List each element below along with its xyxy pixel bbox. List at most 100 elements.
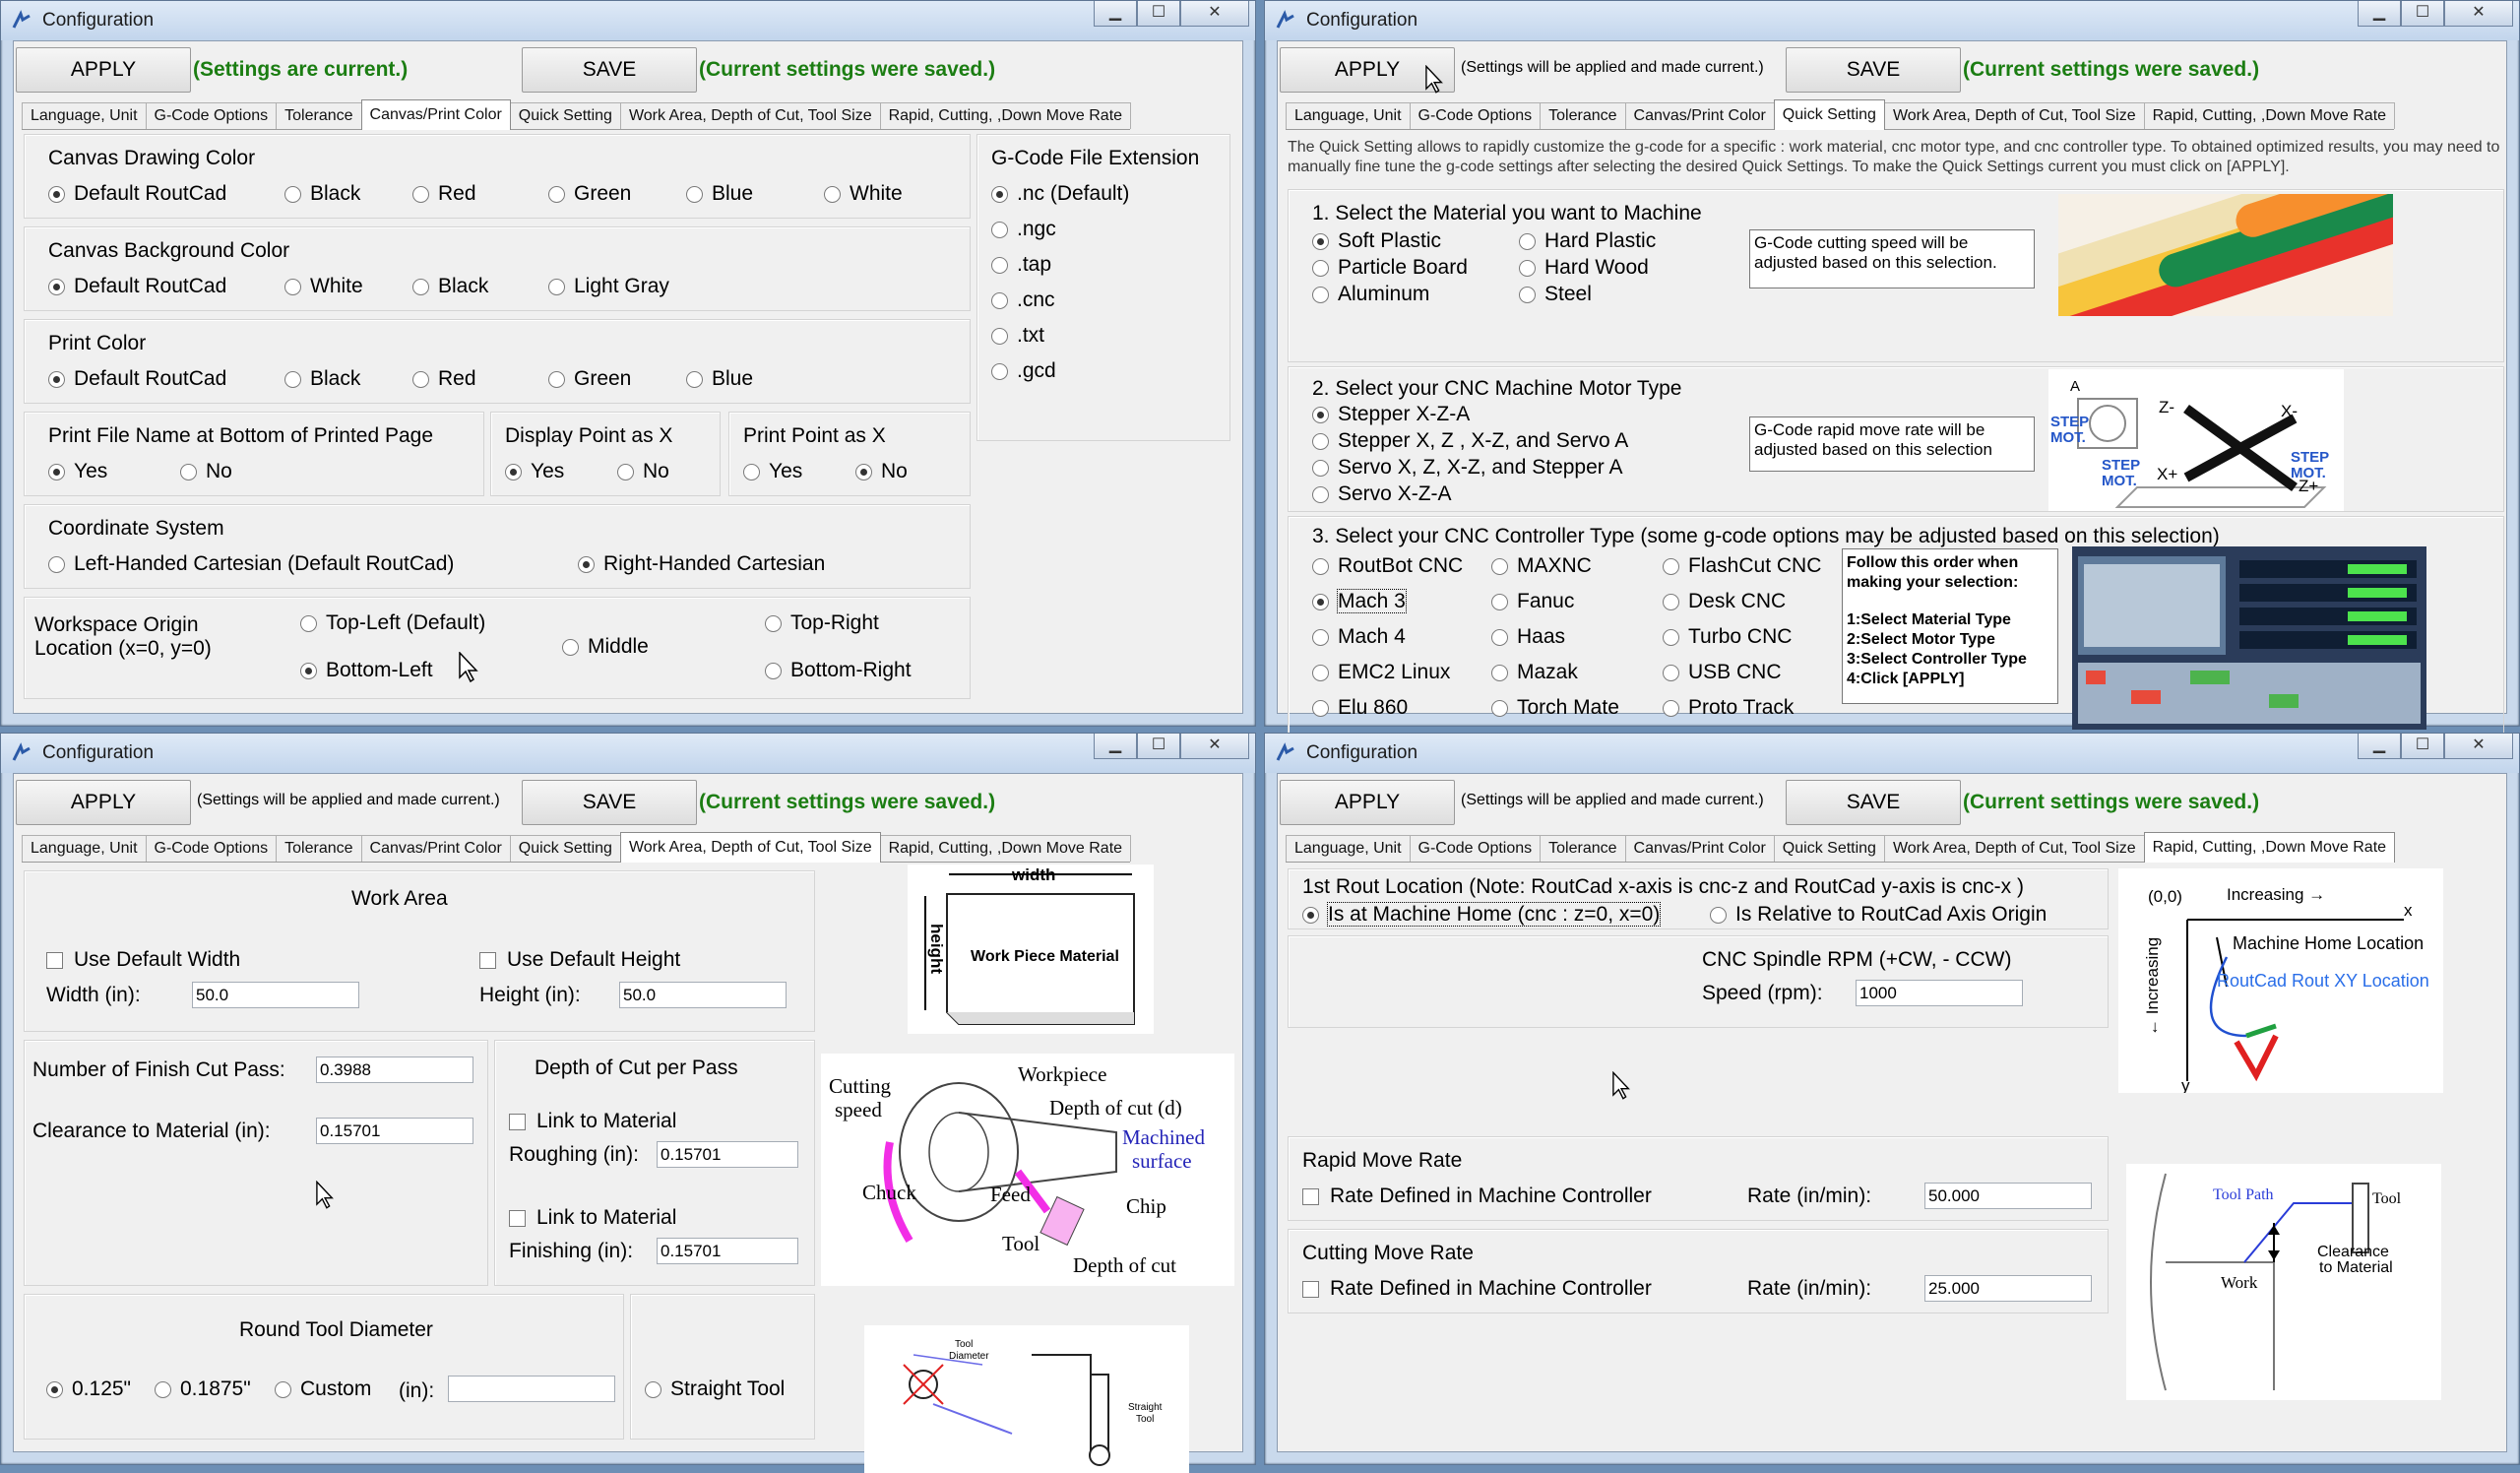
maximize-icon[interactable]: ☐ xyxy=(1137,1,1180,27)
tab-canvas-print[interactable]: Canvas/Print Color xyxy=(360,835,511,862)
radio-mach3[interactable]: Mach 3 xyxy=(1312,589,1407,613)
radio-filename-yes[interactable]: Yes xyxy=(48,460,107,483)
radio-right-handed[interactable]: Right-Handed Cartesian xyxy=(578,552,825,576)
check-rapid-controller[interactable]: Rate Defined in Machine Controller xyxy=(1302,1185,1652,1208)
close-icon[interactable]: ✕ xyxy=(1180,734,1249,759)
maximize-icon[interactable]: ☐ xyxy=(1137,734,1180,759)
radio-aluminum[interactable]: Aluminum xyxy=(1312,283,1429,306)
radio-torch-mate[interactable]: Torch Mate xyxy=(1491,696,1619,720)
close-icon[interactable]: ✕ xyxy=(2444,1,2513,27)
tab-work-area[interactable]: Work Area, Depth of Cut, Tool Size xyxy=(1883,835,2145,862)
radio-flashcut[interactable]: FlashCut CNC xyxy=(1663,554,1821,578)
tab-rapid-rate[interactable]: Rapid, Cutting, ,Down Move Rate xyxy=(879,835,1132,862)
radio-servo-xza[interactable]: Servo X-Z-A xyxy=(1312,482,1452,506)
tab-language[interactable]: Language, Unit xyxy=(22,835,147,862)
radio-ext-txt[interactable]: .txt xyxy=(991,324,1044,348)
tab-gcode-options[interactable]: G-Code Options xyxy=(145,835,278,862)
radio-servo-stepper-a[interactable]: Servo X, Z, X-Z, and Stepper A xyxy=(1312,456,1622,480)
title-bar[interactable]: Configuration ▁ ☐ ✕ xyxy=(1265,1,2519,40)
roughing-input[interactable]: 0.15701 xyxy=(657,1141,798,1168)
radio-stepper-xza[interactable]: Stepper X-Z-A xyxy=(1312,403,1470,426)
check-link-roughing[interactable]: Link to Material xyxy=(509,1110,676,1133)
finish-pass-input[interactable]: 0.3988 xyxy=(316,1057,473,1083)
tab-canvas-print[interactable]: Canvas/Print Color xyxy=(1624,102,1775,129)
radio-soft-plastic[interactable]: Soft Plastic xyxy=(1312,229,1441,253)
radio-usb-cnc[interactable]: USB CNC xyxy=(1663,661,1782,684)
radio-print-default[interactable]: Default RoutCad xyxy=(48,367,226,391)
tab-canvas-print[interactable]: Canvas/Print Color xyxy=(360,99,511,130)
tab-language[interactable]: Language, Unit xyxy=(22,102,147,129)
radio-origin-top-right[interactable]: Top-Right xyxy=(765,611,879,635)
radio-printpoint-yes[interactable]: Yes xyxy=(743,460,802,483)
finishing-input[interactable]: 0.15701 xyxy=(657,1238,798,1264)
tab-rapid-rate[interactable]: Rapid, Cutting, ,Down Move Rate xyxy=(2143,102,2396,129)
tab-rapid-rate[interactable]: Rapid, Cutting, ,Down Move Rate xyxy=(879,102,1132,129)
maximize-icon[interactable]: ☐ xyxy=(2401,734,2444,759)
radio-turbo-cnc[interactable]: Turbo CNC xyxy=(1663,625,1792,649)
radio-tool-01875[interactable]: 0.1875" xyxy=(155,1377,251,1401)
radio-display-no[interactable]: No xyxy=(617,460,669,483)
clearance-input[interactable]: 0.15701 xyxy=(316,1118,473,1144)
check-default-height[interactable]: Use Default Height xyxy=(479,948,680,972)
radio-relative-origin[interactable]: Is Relative to RoutCad Axis Origin xyxy=(1710,903,2047,927)
check-cutting-controller[interactable]: Rate Defined in Machine Controller xyxy=(1302,1277,1652,1301)
close-icon[interactable]: ✕ xyxy=(2444,734,2513,759)
save-button[interactable]: SAVE xyxy=(1786,47,1961,93)
radio-bg-lightgray[interactable]: Light Gray xyxy=(548,275,669,298)
radio-fanuc[interactable]: Fanuc xyxy=(1491,590,1574,613)
minimize-icon[interactable]: ▁ xyxy=(1094,1,1137,27)
height-input[interactable]: 50.0 xyxy=(619,982,787,1008)
tab-work-area[interactable]: Work Area, Depth of Cut, Tool Size xyxy=(619,832,881,863)
check-link-finishing[interactable]: Link to Material xyxy=(509,1206,676,1230)
radio-routbot[interactable]: RoutBot CNC xyxy=(1312,554,1463,578)
radio-tool-custom[interactable]: Custom xyxy=(275,1377,371,1401)
radio-draw-default[interactable]: Default RoutCad xyxy=(48,182,226,206)
radio-draw-black[interactable]: Black xyxy=(284,182,360,206)
radio-hard-wood[interactable]: Hard Wood xyxy=(1519,256,1649,280)
radio-bg-default[interactable]: Default RoutCad xyxy=(48,275,226,298)
radio-origin-bottom-right[interactable]: Bottom-Right xyxy=(765,659,912,682)
speed-input[interactable]: 1000 xyxy=(1856,980,2023,1006)
radio-tool-0125[interactable]: 0.125" xyxy=(46,1377,131,1401)
radio-ext-tap[interactable]: .tap xyxy=(991,253,1051,277)
radio-draw-white[interactable]: White xyxy=(824,182,903,206)
save-button[interactable]: SAVE xyxy=(1786,780,1961,825)
maximize-icon[interactable]: ☐ xyxy=(2401,1,2444,27)
check-default-width[interactable]: Use Default Width xyxy=(46,948,240,972)
radio-desk-cnc[interactable]: Desk CNC xyxy=(1663,590,1786,613)
width-input[interactable]: 50.0 xyxy=(192,982,359,1008)
apply-button[interactable]: APPLY xyxy=(1280,780,1455,825)
radio-print-red[interactable]: Red xyxy=(412,367,476,391)
radio-ext-nc[interactable]: .nc (Default) xyxy=(991,182,1129,206)
radio-stepper-servo-a[interactable]: Stepper X, Z , X-Z, and Servo A xyxy=(1312,429,1628,453)
tab-rapid-rate[interactable]: Rapid, Cutting, ,Down Move Rate xyxy=(2143,832,2396,863)
tab-tolerance[interactable]: Tolerance xyxy=(1540,102,1626,129)
tab-quick-setting[interactable]: Quick Setting xyxy=(1773,99,1885,130)
tab-work-area[interactable]: Work Area, Depth of Cut, Tool Size xyxy=(1883,102,2145,129)
radio-draw-green[interactable]: Green xyxy=(548,182,631,206)
radio-machine-home[interactable]: Is at Machine Home (cnc : z=0, x=0) xyxy=(1302,902,1662,927)
radio-print-blue[interactable]: Blue xyxy=(686,367,753,391)
radio-left-handed[interactable]: Left-Handed Cartesian (Default RoutCad) xyxy=(48,552,454,576)
minimize-icon[interactable]: ▁ xyxy=(2358,734,2401,759)
tab-work-area[interactable]: Work Area, Depth of Cut, Tool Size xyxy=(619,102,881,129)
tab-gcode-options[interactable]: G-Code Options xyxy=(145,102,278,129)
rapid-rate-input[interactable]: 50.000 xyxy=(1924,1183,2092,1209)
radio-ext-gcd[interactable]: .gcd xyxy=(991,359,1056,383)
save-button[interactable]: SAVE xyxy=(522,780,697,825)
radio-elu860[interactable]: Elu 860 xyxy=(1312,696,1408,720)
radio-origin-middle[interactable]: Middle xyxy=(562,635,649,659)
tab-quick-setting[interactable]: Quick Setting xyxy=(509,102,621,129)
tab-quick-setting[interactable]: Quick Setting xyxy=(1773,835,1885,862)
radio-haas[interactable]: Haas xyxy=(1491,625,1565,649)
radio-hard-plastic[interactable]: Hard Plastic xyxy=(1519,229,1656,253)
radio-bg-white[interactable]: White xyxy=(284,275,363,298)
tab-quick-setting[interactable]: Quick Setting xyxy=(509,835,621,862)
radio-bg-black[interactable]: Black xyxy=(412,275,488,298)
tab-tolerance[interactable]: Tolerance xyxy=(1540,835,1626,862)
radio-emc2[interactable]: EMC2 Linux xyxy=(1312,661,1450,684)
title-bar[interactable]: Configuration ▁ ☐ ✕ xyxy=(1,1,1255,40)
tab-gcode-options[interactable]: G-Code Options xyxy=(1409,835,1542,862)
radio-maxnc[interactable]: MAXNC xyxy=(1491,554,1592,578)
radio-draw-blue[interactable]: Blue xyxy=(686,182,753,206)
